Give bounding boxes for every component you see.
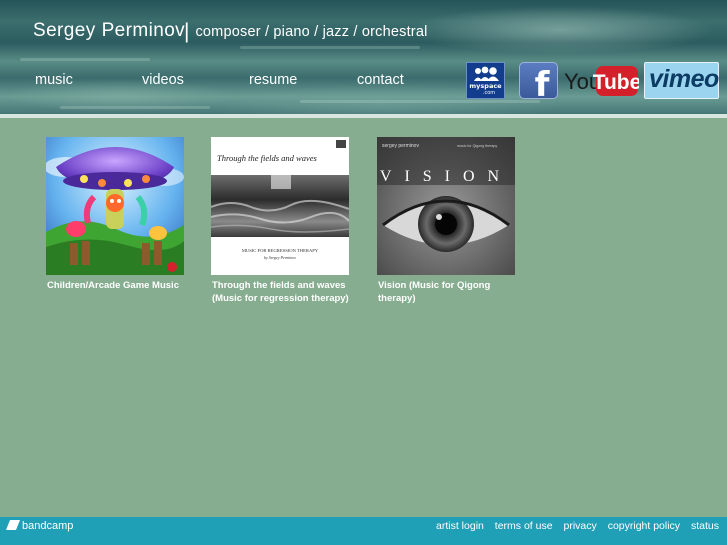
bandcamp-icon [6, 520, 20, 530]
nav-music[interactable]: music [35, 72, 73, 88]
myspace-wordmark: myspace [469, 82, 502, 90]
cover-note: music for Qigong therapy [457, 144, 497, 148]
header-brush-streak [300, 100, 540, 103]
bandcamp-wordmark: bandcamp [22, 520, 74, 532]
header-brush-streak [60, 106, 210, 109]
album-title[interactable]: Vision (Music for Qigong therapy) [378, 280, 518, 305]
vimeo-link[interactable]: vimeo [644, 62, 719, 99]
nav-videos[interactable]: videos [142, 72, 184, 88]
facebook-glyph: f [535, 65, 551, 98]
vimeo-wordmark: vimeo [649, 65, 719, 93]
footer-link-terms-of-use[interactable]: terms of use [495, 520, 553, 532]
footer-link-status[interactable]: status [691, 520, 719, 532]
header-brush-streak [240, 46, 420, 49]
facebook-icon: f [535, 65, 551, 105]
album-through-the-fields[interactable]: Through the fields and waves MUSIC FOR R… [211, 137, 351, 305]
tagline-separator: | [184, 20, 190, 43]
bandcamp-logo[interactable]: bandcamp [6, 520, 73, 538]
cover-title: Through the fields and waves [217, 153, 317, 163]
cover-artist: sergey perminov [382, 143, 419, 149]
cover-word: VISION [380, 168, 512, 185]
myspace-link[interactable]: myspace .com [466, 62, 505, 99]
cover-credit: by Sergey Perminov [264, 255, 296, 260]
nav-resume[interactable]: resume [249, 72, 297, 88]
album-children-arcade[interactable]: Children/Arcade Game Music [46, 137, 186, 293]
artist-first-name: Sergey [33, 20, 96, 41]
album-vision[interactable]: sergey perminov music for Qigong therapy… [377, 137, 517, 305]
header-divider [0, 114, 727, 118]
site-tagline: | composer / piano / jazz / orchestral [184, 20, 428, 44]
bandcamp-footer: bandcamp artist login terms of use priva… [0, 517, 727, 545]
footer-link-artist-login[interactable]: artist login [436, 520, 484, 532]
youtube-icon: You Tube [564, 66, 641, 96]
footer-link-copyright-policy[interactable]: copyright policy [608, 520, 680, 532]
album-cover[interactable]: Through the fields and waves MUSIC FOR R… [211, 137, 349, 275]
site-title[interactable]: Sergey Perminov [33, 20, 185, 42]
nav-contact[interactable]: contact [357, 72, 404, 88]
album-title[interactable]: Children/Arcade Game Music [47, 280, 187, 293]
myspace-icon: myspace .com [469, 66, 502, 96]
site-header: Sergey Perminov | composer / piano / jazz … [0, 0, 727, 118]
album-cover[interactable]: sergey perminov music for Qigong therapy… [377, 137, 515, 275]
cover-subtitle: MUSIC FOR REGRESSION THERAPY [242, 248, 319, 253]
myspace-wordmark-suffix: .com [483, 90, 495, 96]
youtube-tube-text: Tube [593, 71, 639, 94]
artist-last-name: Perminov [101, 20, 186, 41]
header-brush-streak [20, 58, 150, 61]
facebook-link[interactable]: f [519, 62, 558, 105]
footer-links: artist login terms of use privacy copyri… [428, 520, 719, 532]
youtube-link[interactable]: You Tube [563, 64, 641, 98]
footer-link-privacy[interactable]: privacy [564, 520, 597, 532]
tagline-text: composer / piano / jazz / orchestral [195, 24, 428, 40]
album-title[interactable]: Through the fields and waves (Music for … [212, 280, 352, 305]
album-cover[interactable] [46, 137, 184, 275]
